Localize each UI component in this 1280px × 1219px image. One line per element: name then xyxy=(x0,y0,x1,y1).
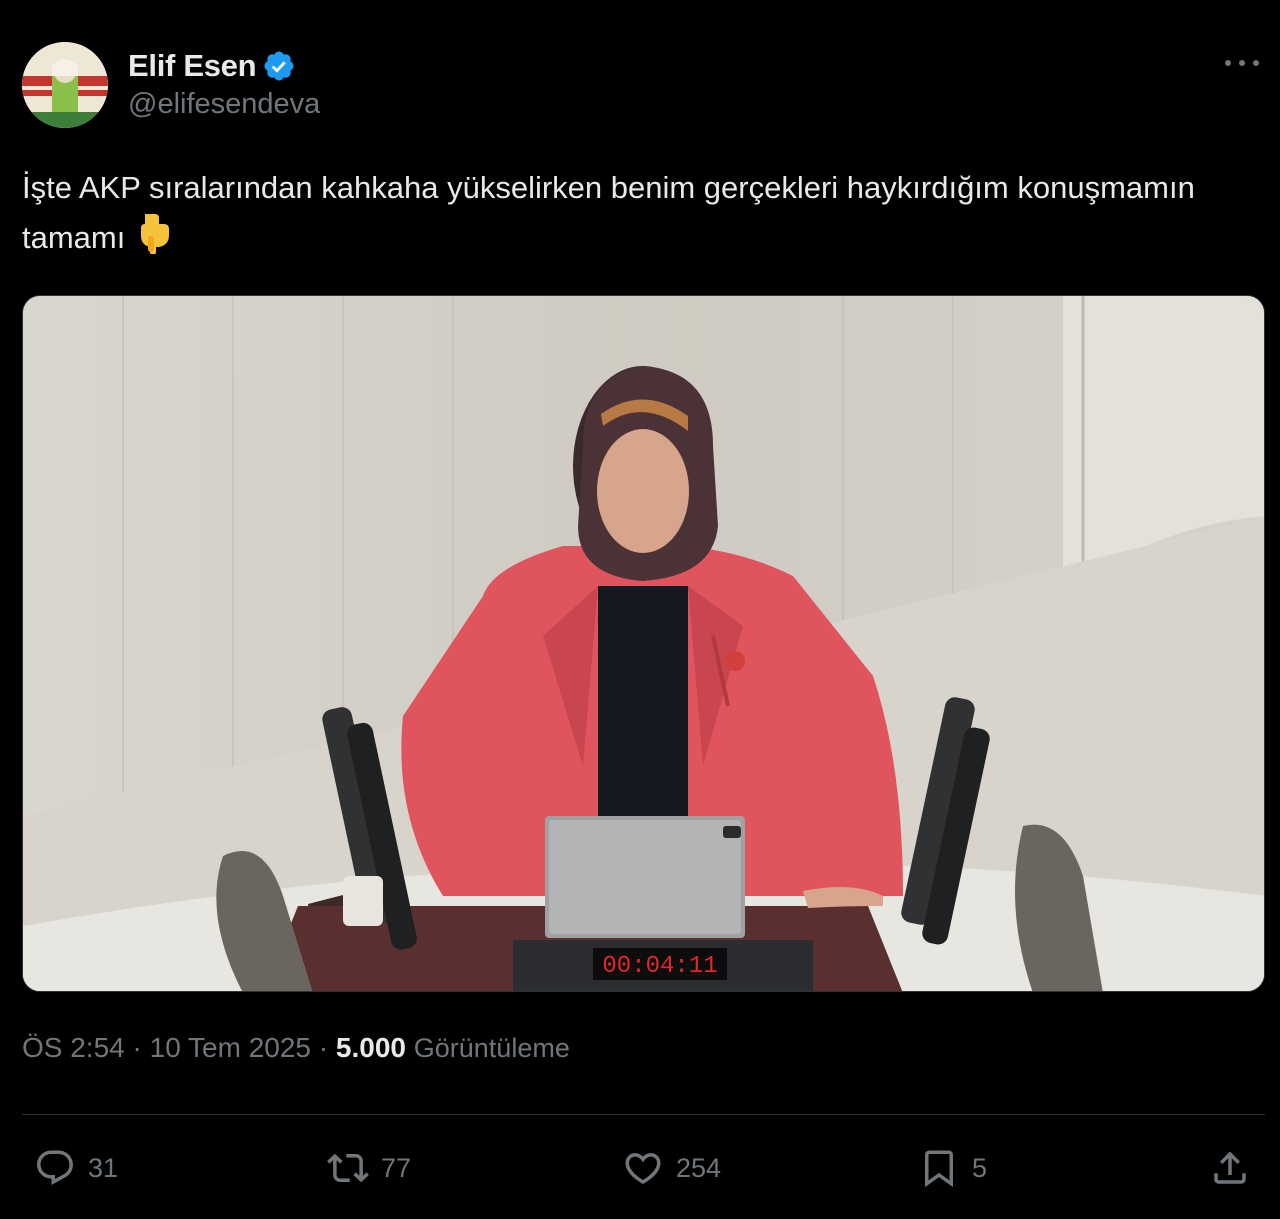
heart-icon xyxy=(625,1153,661,1185)
like-button[interactable]: 254 xyxy=(622,1140,721,1196)
tweet-header: Elif Esen @elifesendeva xyxy=(22,42,1262,132)
divider xyxy=(22,1114,1265,1115)
reply-icon xyxy=(37,1150,73,1185)
like-count: 254 xyxy=(676,1152,722,1183)
meta-separator: · xyxy=(311,1032,336,1063)
meta-separator: · xyxy=(124,1032,150,1063)
author-name[interactable]: Elif Esen xyxy=(128,48,257,84)
reply-count: 31 xyxy=(88,1152,119,1183)
tweet-time[interactable]: ÖS 2:54 xyxy=(22,1032,125,1063)
tweet-body: İşte AKP sıralarından kahkaha yükselirke… xyxy=(22,170,1195,255)
author-handle[interactable]: @elifesendeva xyxy=(128,88,320,121)
repost-icon xyxy=(327,1153,369,1183)
video-timer: 00:04:11 xyxy=(602,953,717,980)
video-player[interactable]: 00:04:11 xyxy=(22,295,1265,992)
repost-button[interactable]: 77 xyxy=(327,1140,411,1196)
avatar[interactable] xyxy=(22,42,108,128)
share-button[interactable] xyxy=(1209,1140,1251,1196)
pointing-down-emoji-icon: 👇 xyxy=(133,212,171,268)
views-count: 5.000 xyxy=(335,1032,406,1063)
author-block: Elif Esen @elifesendeva xyxy=(128,46,320,121)
share-icon xyxy=(1214,1151,1246,1184)
tweet-text: İşte AKP sıralarından kahkaha yükselirke… xyxy=(22,164,1262,268)
action-bar: 31 77 254 5 xyxy=(22,1140,1265,1196)
bookmark-icon xyxy=(925,1150,953,1188)
tweet-meta: ÖS 2:54 · 10 Tem 2025 · 5.000 Görüntülem… xyxy=(22,1032,570,1064)
verified-badge-icon[interactable] xyxy=(262,49,296,83)
bookmark-button[interactable]: 5 xyxy=(918,1140,987,1196)
video-frame: 00:04:11 xyxy=(23,296,1264,991)
views-label: Görüntüleme xyxy=(413,1033,570,1063)
more-options-icon[interactable] xyxy=(1222,48,1262,78)
repost-count: 77 xyxy=(381,1152,412,1183)
bookmark-count: 5 xyxy=(972,1152,988,1183)
reply-button[interactable]: 31 xyxy=(34,1140,118,1196)
tweet-date[interactable]: 10 Tem 2025 xyxy=(150,1032,311,1063)
